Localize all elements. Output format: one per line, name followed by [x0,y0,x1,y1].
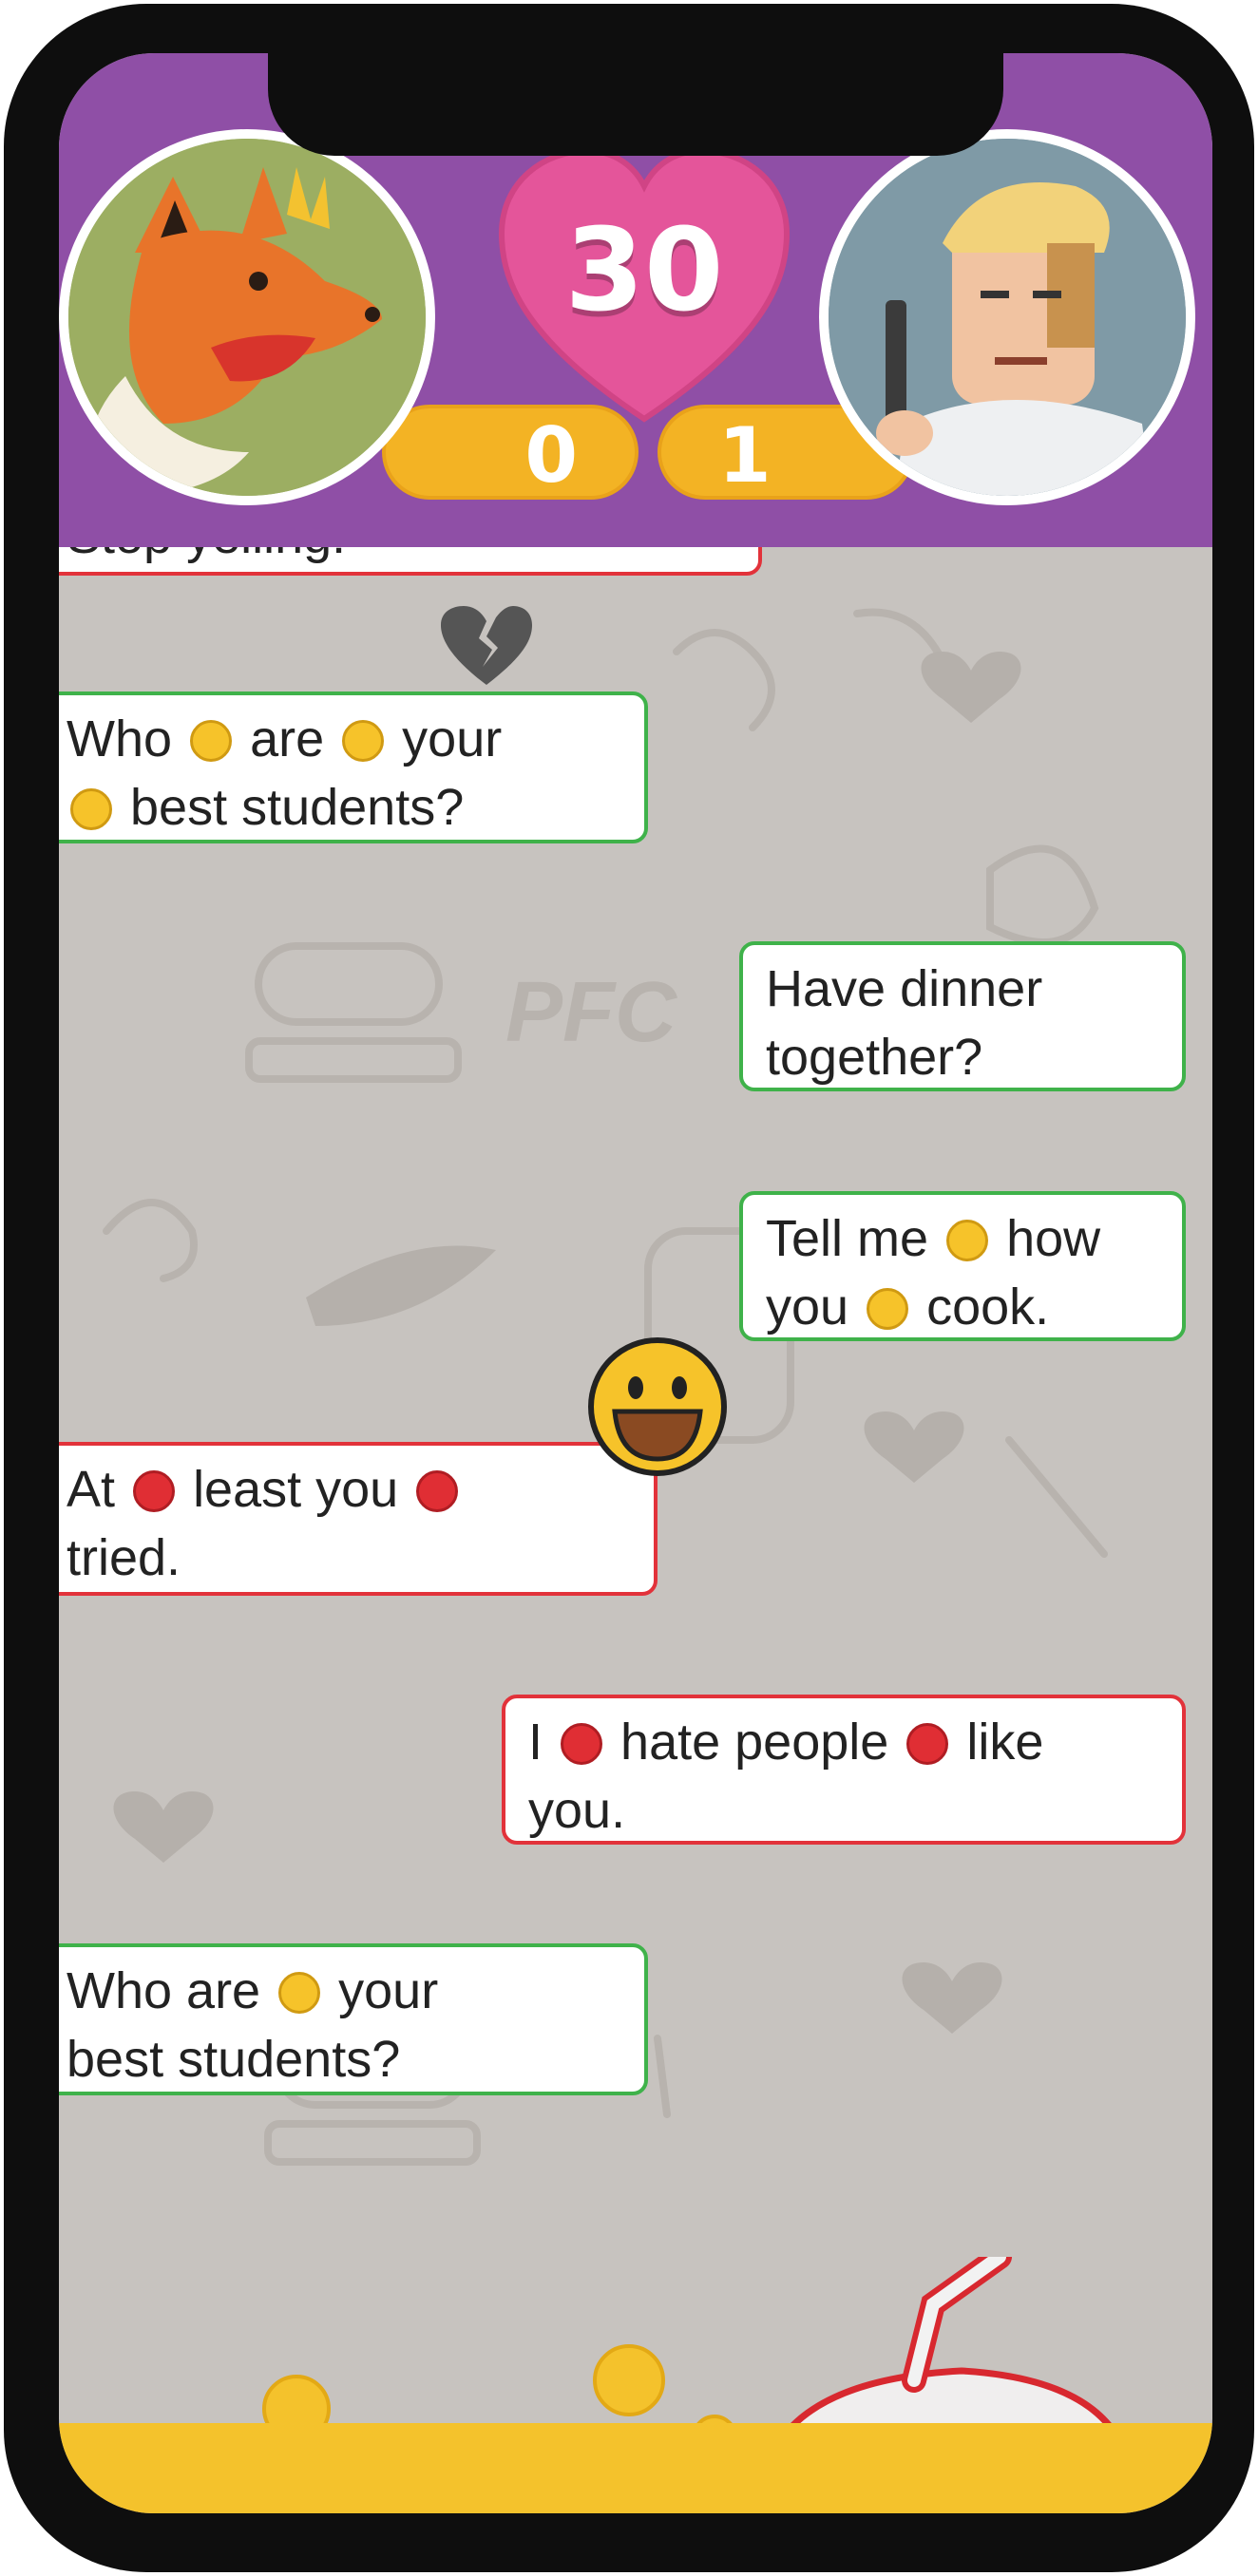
message-word: best students? [130,779,465,836]
sunglasses-emoji-icon [867,1288,909,1330]
message-word: how [1006,1210,1101,1267]
chat-bubble-m1[interactable]: Who are your best students? [59,691,648,843]
emoji-icon [946,1220,989,1261]
chat-bubble-m3[interactable]: Tell me how you cook. [739,1191,1186,1341]
message-line: together? [766,1029,983,1086]
bottom-bar [59,2423,1212,2513]
emoji-icon [342,720,385,762]
game-screen: 0 1 30 PFC Who are your best students? H… [59,53,1212,2513]
angry-emoji-icon [906,1723,949,1765]
emoji-icon [190,720,233,762]
emoji-icon [278,1972,321,2014]
chat-bubble-m4[interactable]: At least you tried. [59,1442,658,1596]
pfc-watermark: PFC [505,965,678,1060]
phone-frame: 0 1 30 PFC Who are your best students? H… [4,4,1254,2572]
phone-notch [268,53,1003,156]
message-word: your [338,1962,439,2019]
message-line: Have dinner [766,960,1043,1017]
message-word: At [67,1461,116,1518]
message-word: are [250,710,325,767]
angry-emoji-icon [416,1470,459,1512]
message-word: your [402,710,503,767]
broken-heart-icon [441,606,532,685]
player-avatar-fox[interactable] [59,129,435,505]
message-word: Who are [67,1962,261,2019]
angry-emoji-icon [133,1470,176,1512]
chat-bubble-m2[interactable]: Have dinner together? [739,941,1186,1091]
message-word: hate people [620,1714,889,1771]
grinning-face-icon[interactable] [586,1335,729,1478]
message-word: like [966,1714,1044,1771]
round-timer: 30 [564,205,724,337]
angry-emoji-icon [561,1723,603,1765]
chef-icon [829,139,1186,496]
fox-icon [68,139,426,496]
message-word: Who [67,710,173,767]
emoji-icon [70,788,112,830]
message-word: I [528,1714,543,1771]
message-word: you [766,1279,849,1335]
message-word: tried. [67,1529,181,1586]
message-word: you. [528,1782,626,1839]
message-word: Tell me [766,1210,929,1267]
opponent-avatar-chef[interactable] [819,129,1195,505]
message-word: best students? [67,2031,401,2088]
chat-bubble-m6[interactable]: Who are your best students? [59,1943,648,2095]
message-word: cook. [926,1279,1050,1335]
chat-bubble-m5[interactable]: I hate people like you. [502,1695,1186,1845]
message-word: least you [193,1461,399,1518]
